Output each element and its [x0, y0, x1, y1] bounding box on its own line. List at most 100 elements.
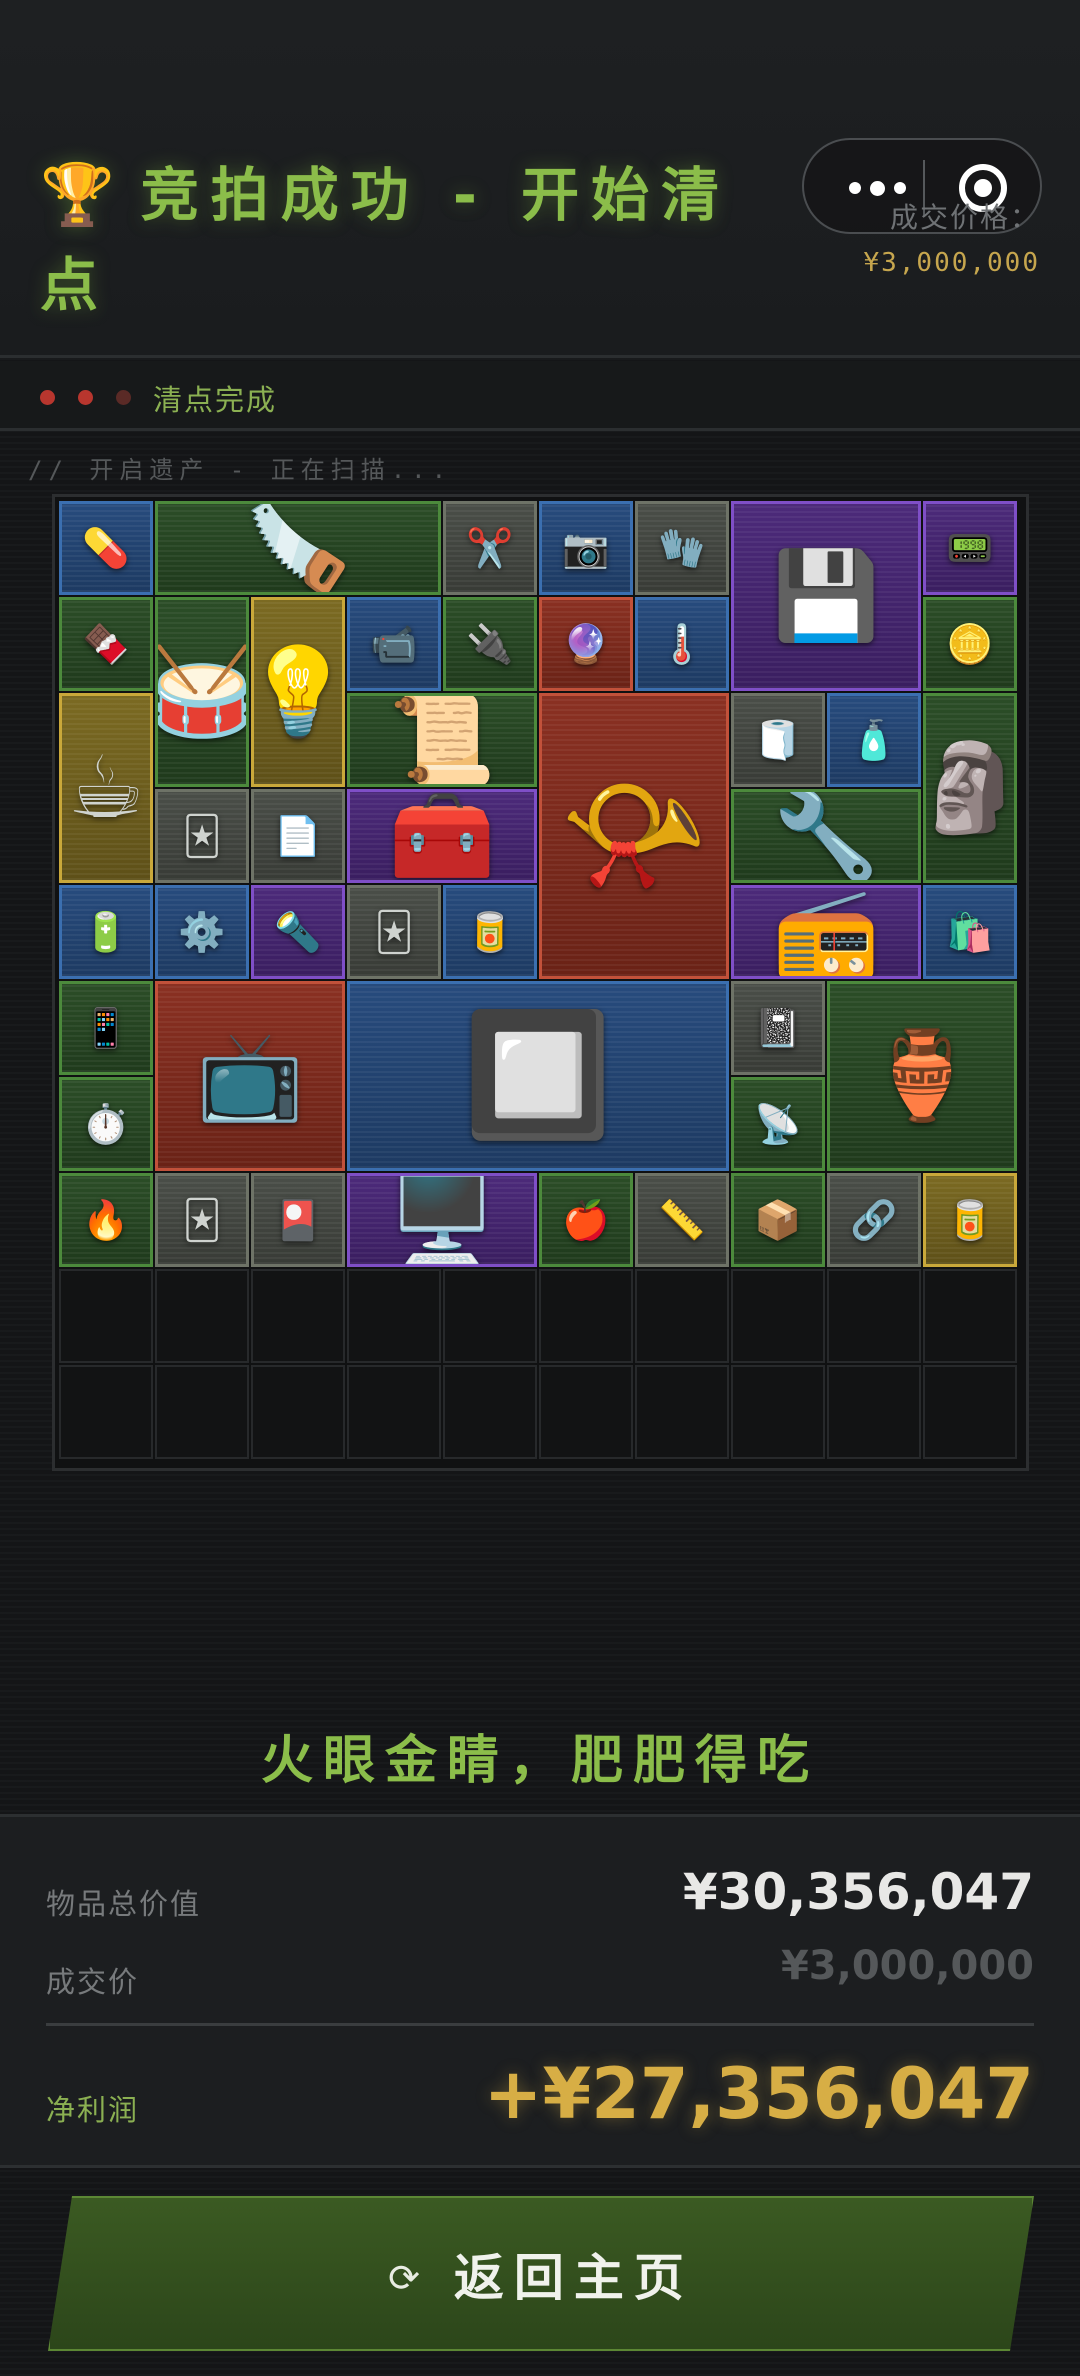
item-tin-box[interactable]: 🥫 — [923, 1173, 1017, 1267]
grid-cell — [347, 1269, 441, 1363]
item-hacksaw[interactable]: 🪚 — [155, 501, 441, 595]
pills-bottle-icon: 💊 — [82, 526, 130, 570]
playing-card-hearts-icon: 🃏 — [182, 814, 222, 858]
item-field-monitor[interactable]: 📺 — [155, 981, 345, 1171]
djembe-drum-icon: 🥁 — [158, 649, 246, 735]
item-snack-bag[interactable]: 🛍️ — [923, 885, 1017, 979]
total-value-label: 物品总价值 — [46, 1887, 202, 1921]
item-tape-roll[interactable]: 🧻 — [731, 693, 825, 787]
item-red-apple[interactable]: 🍎 — [539, 1173, 633, 1267]
item-tape-measure[interactable]: 📏 — [635, 1173, 729, 1267]
edc-kit-icon: 🧰 — [388, 789, 496, 883]
item-scissors[interactable]: ✂️ — [443, 501, 537, 595]
item-pills-bottle[interactable]: 💊 — [59, 501, 153, 595]
item-sensor-device[interactable]: 📦 — [731, 1173, 825, 1267]
webcam-icon: 📹 — [370, 622, 418, 666]
result-header: 🏆 竞拍成功 - 开始清点 成交价格： ¥3,000,000 — [0, 0, 1080, 358]
item-graphics-card[interactable]: 🖥️ — [347, 1173, 537, 1267]
item-water-bottle[interactable]: 🧴 — [827, 693, 921, 787]
snack-bar-icon: 🍫 — [82, 622, 130, 666]
item-edc-kit[interactable]: 🧰 — [347, 789, 537, 883]
item-circuit-board[interactable]: 🔌 — [443, 597, 537, 691]
item-lighter[interactable]: 🔥 — [59, 1173, 153, 1267]
item-thermometer-gun[interactable]: 🌡️ — [635, 597, 729, 691]
item-paper-note[interactable]: 📄 — [251, 789, 345, 883]
profit-value: +¥27,356,047 — [483, 2053, 1034, 2135]
item-coffee-box[interactable]: ☕ — [59, 693, 153, 883]
flashlight-icon: 🔦 — [274, 910, 322, 954]
item-webcam[interactable]: 📹 — [347, 597, 441, 691]
item-pressure-gauge[interactable]: ⏱️ — [59, 1077, 153, 1171]
return-home-button[interactable]: ⟳ 返回主页 — [48, 2196, 1034, 2351]
smart-phone-icon: 📱 — [82, 1006, 130, 1050]
page-title: 🏆 竞拍成功 - 开始清点 — [40, 150, 740, 330]
item-smart-phone[interactable]: 📱 — [59, 981, 153, 1075]
item-gramophone[interactable]: 📯 — [539, 693, 729, 979]
item-tribal-statue[interactable]: 🗿 — [923, 693, 1017, 883]
item-mechanical-part[interactable]: ⚙️ — [155, 885, 249, 979]
old-letter-icon: 📜 — [388, 693, 496, 787]
lamp-tube-icon: 💡 — [254, 649, 342, 735]
cordless-drill-icon: 🔧 — [772, 789, 880, 883]
deal-price-label: 成交价格： — [889, 201, 1040, 234]
item-gps-device[interactable]: 📡 — [731, 1077, 825, 1171]
radio-module-icon: 📟 — [946, 526, 994, 570]
item-card-pack[interactable]: 🎴 — [251, 1173, 345, 1267]
item-playing-card[interactable]: 🃏 — [347, 885, 441, 979]
total-value: ¥30,356,047 — [682, 1863, 1034, 1921]
title-text: 竞拍成功 - 开始清点 — [40, 161, 732, 319]
status-dot — [40, 390, 55, 405]
mechanical-part-icon: ⚙️ — [178, 910, 226, 954]
grid-cell — [59, 1365, 153, 1459]
item-gloves[interactable]: 🧤 — [635, 501, 729, 595]
grid-cell — [731, 1365, 825, 1459]
item-cordless-drill[interactable]: 🔧 — [731, 789, 921, 883]
notebook-icon: 📓 — [754, 1006, 802, 1050]
card-pack-icon: 🎴 — [274, 1198, 322, 1242]
item-usb-cable[interactable]: 🔗 — [827, 1173, 921, 1267]
coffee-box-icon: ☕ — [67, 738, 145, 838]
playing-card-icon: 🃏 — [374, 910, 414, 954]
thermometer-gun-icon: 🌡️ — [658, 622, 706, 666]
item-notebook[interactable]: 📓 — [731, 981, 825, 1075]
pressure-gauge-icon: ⏱️ — [82, 1102, 130, 1146]
item-tagine-pot[interactable]: 🏺 — [827, 981, 1017, 1171]
grid-cell — [59, 1269, 153, 1363]
tribal-statue-icon: 🗿 — [926, 745, 1014, 831]
summary-divider — [46, 2023, 1034, 2026]
item-hard-drive[interactable]: 💾 — [731, 501, 921, 691]
deal-label: 成交价 — [46, 1965, 140, 1999]
tape-measure-icon: 📏 — [658, 1198, 706, 1242]
item-solar-panel[interactable]: 🔲 — [347, 981, 729, 1171]
item-playing-card-clubs[interactable]: 🃏 — [155, 1173, 249, 1267]
item-action-camera[interactable]: 📷 — [539, 501, 633, 595]
grid-cell — [443, 1269, 537, 1363]
item-lamp-tube[interactable]: 💡 — [251, 597, 345, 787]
grid-cell — [635, 1365, 729, 1459]
grid-cell — [347, 1365, 441, 1459]
item-snack-bar[interactable]: 🍫 — [59, 597, 153, 691]
circuit-board-icon: 🔌 — [466, 622, 514, 666]
glass-orb-icon: 🔮 — [562, 622, 610, 666]
item-gold-coin[interactable]: 🪙 — [923, 597, 1017, 691]
item-cola-can[interactable]: 🥫 — [443, 885, 537, 979]
slogan: 火眼金睛，肥肥得吃 — [260, 1731, 819, 1791]
boombox-icon: 📻 — [772, 885, 880, 979]
deal-price-value: ¥3,000,000 — [863, 248, 1040, 278]
item-glass-orb[interactable]: 🔮 — [539, 597, 633, 691]
trophy-icon: 🏆 — [40, 160, 115, 230]
grid-cell — [635, 1269, 729, 1363]
item-boombox[interactable]: 📻 — [731, 885, 921, 979]
item-old-letter[interactable]: 📜 — [347, 693, 537, 787]
item-flashlight[interactable]: 🔦 — [251, 885, 345, 979]
water-bottle-icon: 🧴 — [850, 718, 898, 762]
item-playing-card-hearts[interactable]: 🃏 — [155, 789, 249, 883]
grid-cell — [443, 1365, 537, 1459]
grid-cell — [923, 1269, 1017, 1363]
item-djembe-drum[interactable]: 🥁 — [155, 597, 249, 787]
grid-cell — [539, 1365, 633, 1459]
item-radio-module[interactable]: 📟 — [923, 501, 1017, 595]
item-battery-pack[interactable]: 🔋 — [59, 885, 153, 979]
refresh-icon: ⟳ — [388, 2255, 420, 2300]
solar-panel-icon: 🔲 — [463, 1006, 613, 1145]
